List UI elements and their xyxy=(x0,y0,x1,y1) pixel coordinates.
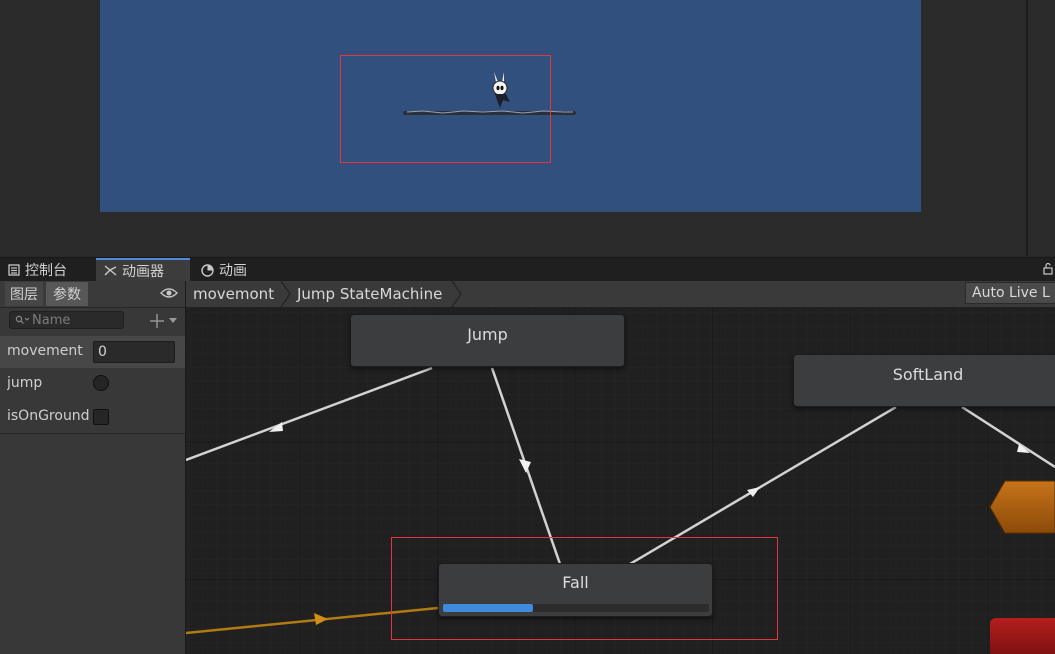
knight-sprite xyxy=(492,72,510,108)
isonground-checkbox[interactable] xyxy=(93,409,109,425)
parameter-name: isOnGround xyxy=(7,408,90,424)
parameter-row-movement[interactable]: movement 0 xyxy=(0,336,185,368)
parameter-name: movement xyxy=(7,343,83,359)
add-parameter-button[interactable] xyxy=(148,311,180,331)
search-icon xyxy=(15,315,29,324)
fall-progress-bar xyxy=(443,604,709,612)
state-label: Fall xyxy=(562,573,589,592)
platform-sprite xyxy=(403,110,576,115)
state-label: SoftLand xyxy=(892,365,964,384)
movement-value-field[interactable]: 0 xyxy=(93,341,175,363)
tab-console-label: 控制台 xyxy=(25,263,67,279)
tab-animator[interactable]: 动画器 xyxy=(96,258,190,282)
breadcrumb-item-jump-statemachine[interactable]: Jump StateMachine xyxy=(297,281,442,307)
chevron-down-icon xyxy=(169,318,177,323)
fall-progress-fill xyxy=(443,604,534,612)
tab-animation-label: 动画 xyxy=(219,263,247,279)
lock-icon[interactable] xyxy=(1043,262,1053,275)
editor-tab-bar: 控制台 动画器 动画 xyxy=(0,257,1055,282)
animation-icon xyxy=(201,263,214,277)
game-viewport[interactable] xyxy=(100,0,921,212)
game-view[interactable] xyxy=(0,0,1055,256)
state-label: Jump xyxy=(467,325,508,344)
state-fall[interactable]: Fall xyxy=(438,563,713,617)
tab-layers[interactable]: 图层 xyxy=(5,282,43,306)
state-jump[interactable]: Jump xyxy=(350,314,625,367)
state-softland[interactable]: SoftLand xyxy=(793,354,1055,407)
breadcrumb-separator-icon xyxy=(280,281,291,307)
parameter-search[interactable] xyxy=(9,311,124,329)
parameter-name: jump xyxy=(7,375,43,391)
parameter-row-isonground[interactable]: isOnGround xyxy=(0,401,185,434)
exit-node[interactable] xyxy=(990,618,1055,654)
breadcrumb-item-movemont[interactable]: movemont xyxy=(193,281,274,307)
parameters-panel: 图层 参数 movement 0 jump isOnGround xyxy=(0,281,186,654)
breadcrumb-separator-icon xyxy=(451,281,462,307)
breadcrumb: movemont Jump StateMachine Auto Live L xyxy=(186,281,1055,308)
eye-icon[interactable] xyxy=(160,287,178,299)
jump-trigger-toggle[interactable] xyxy=(93,375,109,391)
animator-icon xyxy=(104,265,117,276)
console-icon xyxy=(8,264,20,276)
animator-graph[interactable]: Jump SoftLand Fall xyxy=(186,307,1055,654)
tab-console[interactable]: 控制台 xyxy=(0,258,92,282)
parameter-search-row xyxy=(0,307,185,335)
parameter-search-input[interactable] xyxy=(32,312,120,328)
tab-parameters[interactable]: 参数 xyxy=(46,282,88,306)
panel-toolbar: 图层 参数 xyxy=(0,281,185,308)
game-view-divider xyxy=(1026,0,1028,256)
tab-animation[interactable]: 动画 xyxy=(193,258,263,282)
tab-animator-label: 动画器 xyxy=(122,264,164,280)
auto-live-link-toggle[interactable]: Auto Live L xyxy=(965,282,1055,304)
entry-node[interactable] xyxy=(989,480,1055,534)
parameter-row-jump[interactable]: jump xyxy=(0,368,185,400)
